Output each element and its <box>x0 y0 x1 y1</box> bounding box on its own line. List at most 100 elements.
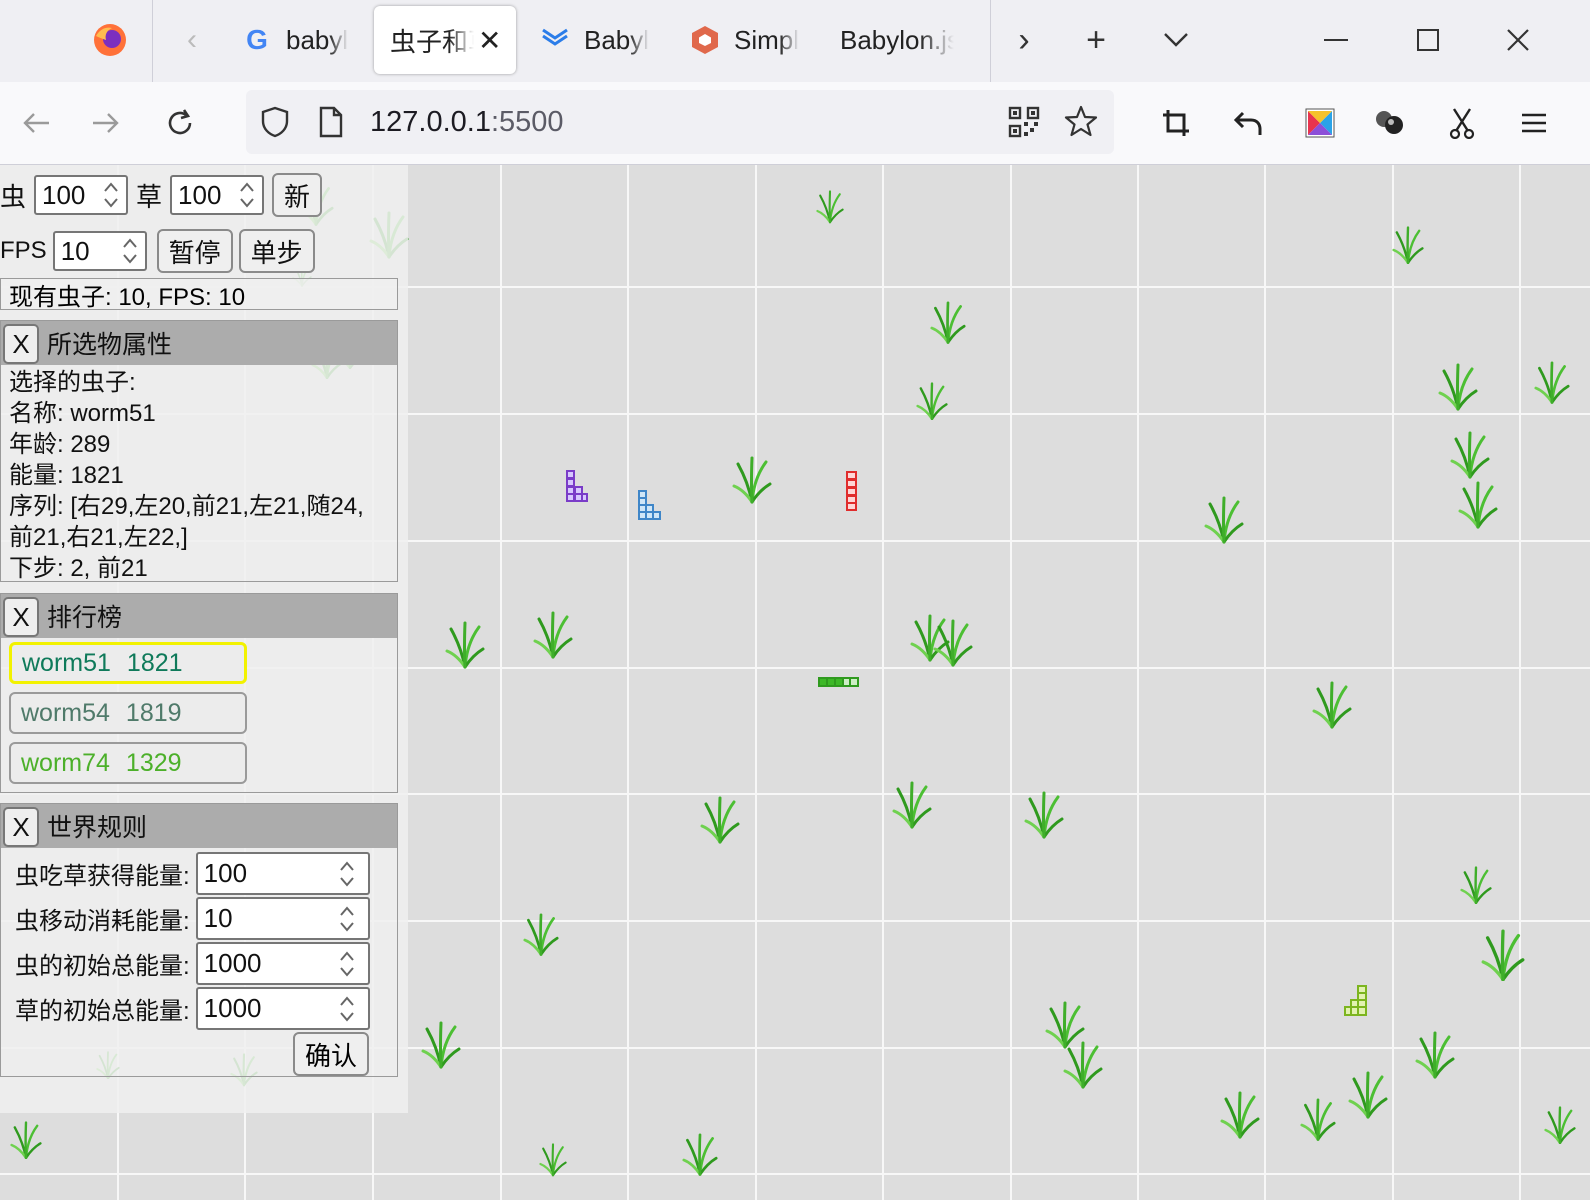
worm-blue[interactable] <box>638 490 662 520</box>
list-all-tabs-icon[interactable] <box>1154 18 1198 62</box>
confirm-button[interactable]: 确认 <box>293 1032 369 1076</box>
grid-line <box>755 165 757 1200</box>
grass-tuft[interactable] <box>539 1143 567 1177</box>
grass-tuft[interactable] <box>1481 929 1525 982</box>
rule-label: 虫移动消耗能量: <box>15 908 190 935</box>
scissors-icon[interactable] <box>1434 82 1490 164</box>
grass-tuft[interactable] <box>1300 1098 1336 1142</box>
rule-move-cost-input[interactable]: 10 <box>195 897 370 940</box>
spinner-icon[interactable] <box>338 948 356 980</box>
tab-babyl-google[interactable]: G babyl <box>242 6 352 74</box>
close-rules-button[interactable]: X <box>3 807 39 847</box>
fps-input[interactable]: 10 <box>52 231 147 271</box>
grass-tuft[interactable] <box>523 913 559 957</box>
hamburger-menu-icon[interactable] <box>1506 82 1562 164</box>
undo-icon[interactable] <box>1220 82 1276 164</box>
rule-row: 虫吃草获得能量: 100 <box>15 852 370 895</box>
close-leaderboard-button[interactable]: X <box>3 597 39 637</box>
worm-olive[interactable] <box>1344 985 1368 1017</box>
url-text[interactable]: 127.0.0.1:5500 <box>370 106 564 139</box>
grass-tuft[interactable] <box>1024 791 1064 839</box>
selected-sequence-cont: 前21,右21,左22,] <box>9 524 188 551</box>
new-tab-icon[interactable]: + <box>1074 18 1118 62</box>
rule-grass-initial-energy-input[interactable]: 1000 <box>195 987 370 1030</box>
close-window-icon[interactable] <box>1496 18 1540 62</box>
tab-babylonjs[interactable]: Babylon.js <box>840 6 954 74</box>
grass-tuft[interactable] <box>892 781 932 829</box>
pause-button[interactable]: 暂停 <box>156 229 233 273</box>
grass-tuft[interactable] <box>732 456 772 504</box>
leaderboard-item[interactable]: worm74 1329 <box>9 742 247 784</box>
grass-tuft[interactable] <box>445 621 485 669</box>
grass-tuft[interactable] <box>1534 361 1570 405</box>
bookmark-star-icon[interactable] <box>1064 104 1098 143</box>
close-tab-icon[interactable]: ✕ <box>478 24 501 57</box>
grass-tuft[interactable] <box>1392 226 1424 264</box>
grass-blade <box>1419 1037 1437 1079</box>
grass-tuft[interactable] <box>1204 496 1244 544</box>
grass-tuft[interactable] <box>700 796 740 844</box>
qr-code-icon[interactable] <box>1008 106 1040 143</box>
close-selected-button[interactable]: X <box>3 324 39 364</box>
firefox-menu-icon[interactable] <box>88 18 132 62</box>
tab-active[interactable]: 虫子和草 ✕ <box>374 6 516 74</box>
spinner-icon[interactable] <box>338 858 356 890</box>
grass-tuft[interactable] <box>533 611 573 659</box>
address-bar[interactable]: 127.0.0.1:5500 <box>246 90 1114 154</box>
grass-tuft[interactable] <box>816 190 844 224</box>
grid-line <box>500 165 502 1200</box>
grass-tuft[interactable] <box>1348 1071 1388 1119</box>
grass-blade <box>1463 870 1478 904</box>
scroll-tabs-right-icon[interactable]: › <box>1004 18 1044 62</box>
grass-tuft[interactable] <box>1312 681 1352 729</box>
grass-tuft[interactable] <box>916 382 948 420</box>
worm-count-input[interactable]: 100 <box>34 175 129 215</box>
grass-blade <box>1433 1035 1451 1079</box>
maximize-icon[interactable] <box>1406 18 1450 62</box>
rule-worm-initial-energy-input[interactable]: 1000 <box>195 942 370 985</box>
color-picker-extension-icon[interactable] <box>1292 82 1348 164</box>
rule-eat-energy-input[interactable]: 100 <box>195 852 370 895</box>
grass-tuft[interactable] <box>1460 866 1492 904</box>
grass-tuft[interactable] <box>1544 1106 1576 1144</box>
grass-tuft[interactable] <box>1458 481 1498 529</box>
reload-icon[interactable] <box>152 82 208 164</box>
back-icon[interactable] <box>8 82 64 164</box>
grass-tuft[interactable] <box>682 1133 718 1177</box>
grass-blade <box>1222 500 1240 544</box>
leaderboard-title: 排行榜 <box>47 604 123 632</box>
leaderboard-item[interactable]: worm54 1819 <box>9 692 247 734</box>
spinner-icon[interactable] <box>338 993 356 1025</box>
grass-tuft[interactable] <box>1415 1031 1455 1079</box>
grass-tuft[interactable] <box>1063 1041 1103 1089</box>
spinner-icon[interactable] <box>338 903 356 935</box>
grass-tuft[interactable] <box>421 1021 461 1069</box>
forward-icon[interactable] <box>78 82 134 164</box>
grass-tuft[interactable] <box>933 619 973 667</box>
grass-blade <box>539 917 555 957</box>
minimize-icon[interactable] <box>1314 18 1358 62</box>
tab-simpl[interactable]: Simpl <box>690 6 800 74</box>
worm-purple[interactable] <box>566 470 588 502</box>
grass-tuft[interactable] <box>10 1121 42 1159</box>
tab-babyl-docs[interactable]: Babyl <box>540 6 655 74</box>
worm-red[interactable] <box>846 471 858 511</box>
grass-count-label: 草 <box>136 181 163 212</box>
rule-row: 虫的初始总能量: 1000 <box>15 942 370 985</box>
spinner-icon[interactable] <box>121 235 139 267</box>
grass-tuft[interactable] <box>1438 363 1478 411</box>
spinner-icon[interactable] <box>238 179 256 211</box>
grass-tuft[interactable] <box>1220 1091 1260 1139</box>
new-world-button[interactable]: 新 <box>272 173 323 217</box>
worm-green-selected[interactable] <box>818 676 860 688</box>
crop-screenshot-icon[interactable] <box>1148 82 1204 164</box>
scroll-tabs-left-icon[interactable]: ‹ <box>172 18 212 62</box>
grass-tuft[interactable] <box>930 301 966 345</box>
step-button[interactable]: 单步 <box>238 229 315 273</box>
shield-icon[interactable] <box>260 106 290 143</box>
grass-count-input[interactable]: 100 <box>170 175 265 215</box>
grass-tuft[interactable] <box>1450 431 1490 479</box>
spheres-extension-icon[interactable] <box>1362 82 1418 164</box>
leaderboard-item[interactable]: worm51 1821 <box>9 642 247 684</box>
spinner-icon[interactable] <box>102 179 120 211</box>
